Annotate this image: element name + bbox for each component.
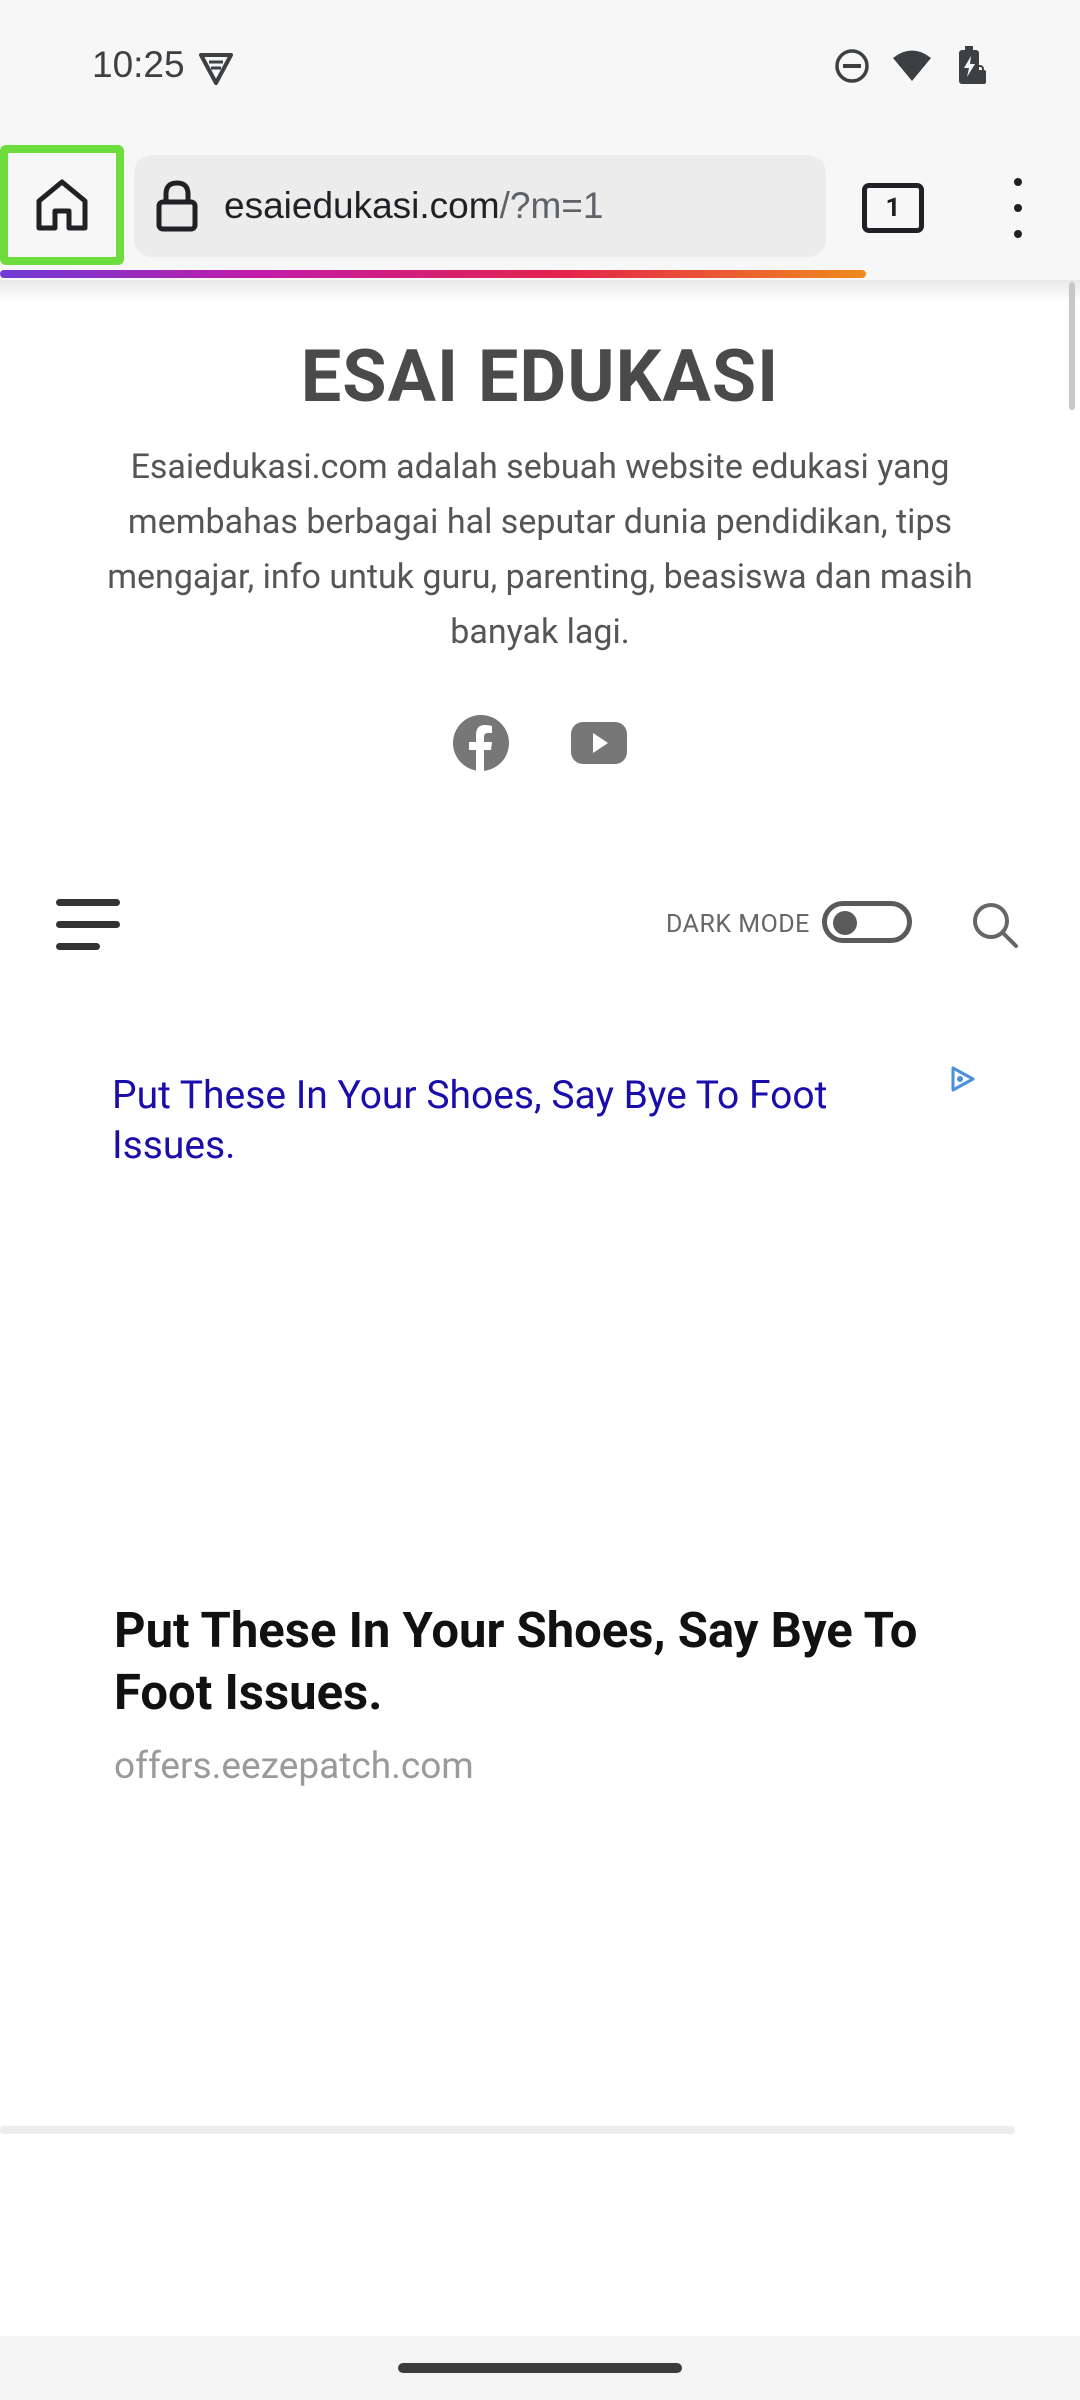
- ad-divider: [0, 2126, 1015, 2134]
- overflow-menu-button[interactable]: [1000, 178, 1036, 238]
- tab-switcher-button[interactable]: 1: [862, 183, 924, 233]
- youtube-icon[interactable]: [570, 714, 628, 772]
- address-bar[interactable]: esaiedukasi.com/?m=1: [134, 155, 826, 257]
- lock-icon: [156, 180, 198, 232]
- ad-domain[interactable]: offers.eezepatch.com: [114, 1745, 474, 1788]
- do-not-disturb-icon: [835, 49, 869, 83]
- site-title[interactable]: ESAI EDUKASI: [0, 334, 1080, 419]
- toolbar-shadow: [0, 280, 1080, 302]
- ad-title-link[interactable]: Put These In Your Shoes, Say Bye To Foot…: [112, 1070, 922, 1170]
- home-icon: [36, 179, 88, 231]
- status-bar: 10:25: [0, 0, 1080, 140]
- tab-count: 1: [885, 193, 901, 223]
- facebook-icon[interactable]: [452, 714, 510, 772]
- wifi-icon: [893, 50, 931, 81]
- dark-mode-toggle[interactable]: [822, 901, 912, 943]
- hamburger-line: [56, 899, 120, 906]
- ad-headline[interactable]: Put These In Your Shoes, Say Bye To Foot…: [114, 1600, 944, 1724]
- menu-dot: [1014, 230, 1022, 238]
- home-gesture-bar[interactable]: [398, 2363, 682, 2373]
- hamburger-menu-button[interactable]: [56, 899, 120, 951]
- site-description: Esaiedukasi.com adalah sebuah website ed…: [107, 447, 973, 652]
- hamburger-line: [56, 921, 120, 928]
- menu-dot: [1014, 178, 1022, 186]
- url-text: esaiedukasi.com/?m=1: [224, 185, 603, 227]
- url-domain: esaiedukasi.com: [224, 185, 500, 226]
- site-nav-bar: DARK MODE: [0, 880, 1080, 970]
- home-button[interactable]: [0, 145, 124, 265]
- page-load-progress-bar: [0, 270, 866, 278]
- status-time: 10:25: [92, 44, 185, 85]
- social-links: [0, 714, 1080, 772]
- hamburger-line: [56, 943, 100, 950]
- vpn-icon: [199, 53, 233, 85]
- ad-choices-icon[interactable]: [948, 1064, 978, 1094]
- dark-mode-label: DARK MODE: [666, 910, 810, 939]
- search-icon[interactable]: [970, 900, 1020, 950]
- menu-dot: [1014, 204, 1022, 212]
- battery-icon: [959, 46, 986, 84]
- toggle-knob: [833, 911, 857, 935]
- url-path: /?m=1: [499, 185, 604, 226]
